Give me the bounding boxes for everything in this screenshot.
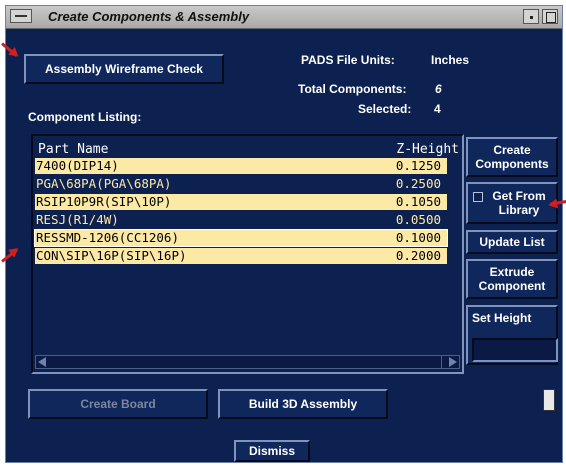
horizontal-scrollbar[interactable] bbox=[35, 355, 460, 369]
maximize-button[interactable] bbox=[542, 9, 558, 24]
part-name: CON\SIP\16P(SIP\16P) bbox=[36, 248, 187, 263]
window-title: Create Components & Assembly bbox=[48, 9, 250, 24]
selected-label: Selected: bbox=[358, 102, 412, 116]
dismiss-button[interactable]: Dismiss bbox=[234, 440, 310, 462]
part-name: RSIP10P9R(SIP\10P) bbox=[36, 194, 172, 209]
help-icon[interactable] bbox=[543, 389, 555, 411]
part-name: 7400(DIP14) bbox=[36, 158, 119, 173]
total-components-value: 6 bbox=[435, 82, 442, 96]
component-listing-label: Component Listing: bbox=[28, 110, 142, 124]
get-from-library-checkbox[interactable] bbox=[473, 192, 483, 202]
title-bar[interactable]: Create Components & Assembly bbox=[6, 6, 562, 29]
list-item[interactable]: 7400(DIP14) 0.1250 bbox=[35, 158, 447, 174]
total-components-label: Total Components: bbox=[298, 82, 407, 96]
scroll-left-arrow-icon[interactable] bbox=[38, 357, 46, 367]
z-height: 0.0500 bbox=[395, 212, 441, 227]
units-value: Inches bbox=[431, 53, 470, 67]
part-name-header: Part Name bbox=[38, 142, 109, 157]
minimize-button[interactable] bbox=[523, 9, 539, 24]
part-name: RESJ(R1/4W) bbox=[36, 212, 119, 227]
part-name: PGA\68PA(PGA\68PA) bbox=[36, 176, 172, 191]
units-label: PADS File Units: bbox=[301, 53, 395, 67]
z-height-header: Z-Height bbox=[396, 142, 459, 157]
create-board-button[interactable]: Create Board bbox=[28, 389, 208, 419]
z-height: 0.1250 bbox=[395, 158, 441, 173]
selected-value: 4 bbox=[434, 102, 441, 116]
list-item[interactable]: RESSMD-1206(CC1206) 0.1000 bbox=[34, 229, 448, 247]
z-height: 0.2000 bbox=[395, 248, 441, 263]
build-3d-assembly-button[interactable]: Build 3D Assembly bbox=[218, 389, 388, 419]
window-menu-button[interactable] bbox=[10, 9, 32, 23]
get-from-library-label: Get From Library bbox=[492, 189, 546, 217]
list-header: Part Name Z-Height bbox=[38, 142, 459, 158]
component-list[interactable]: Part Name Z-Height 7400(DIP14) 0.1250 PG… bbox=[31, 134, 464, 374]
list-item[interactable]: RSIP10P9R(SIP\10P) 0.1050 bbox=[35, 194, 447, 210]
get-from-library-button[interactable]: Get From Library bbox=[466, 182, 558, 224]
z-height: 0.1050 bbox=[395, 194, 441, 209]
assembly-wireframe-check-button[interactable]: Assembly Wireframe Check bbox=[24, 54, 224, 84]
z-height: 0.1000 bbox=[395, 230, 441, 245]
z-height: 0.2500 bbox=[395, 176, 441, 191]
list-item[interactable]: RESJ(R1/4W) 0.0500 bbox=[35, 212, 447, 228]
dialog-window: Create Components & Assembly Assembly Wi… bbox=[5, 5, 563, 463]
list-item[interactable]: PGA\68PA(PGA\68PA) 0.2500 bbox=[35, 176, 447, 192]
list-item[interactable]: CON\SIP\16P(SIP\16P) 0.2000 bbox=[35, 248, 447, 264]
set-height-label: Set Height bbox=[472, 311, 532, 325]
create-components-button[interactable]: Create Components bbox=[466, 137, 558, 177]
scroll-right-arrow-icon[interactable] bbox=[449, 357, 457, 367]
height-input[interactable] bbox=[472, 338, 558, 362]
update-list-button[interactable]: Update List bbox=[466, 230, 558, 254]
extrude-component-button[interactable]: Extrude Component bbox=[466, 259, 558, 299]
part-name: RESSMD-1206(CC1206) bbox=[36, 230, 179, 245]
